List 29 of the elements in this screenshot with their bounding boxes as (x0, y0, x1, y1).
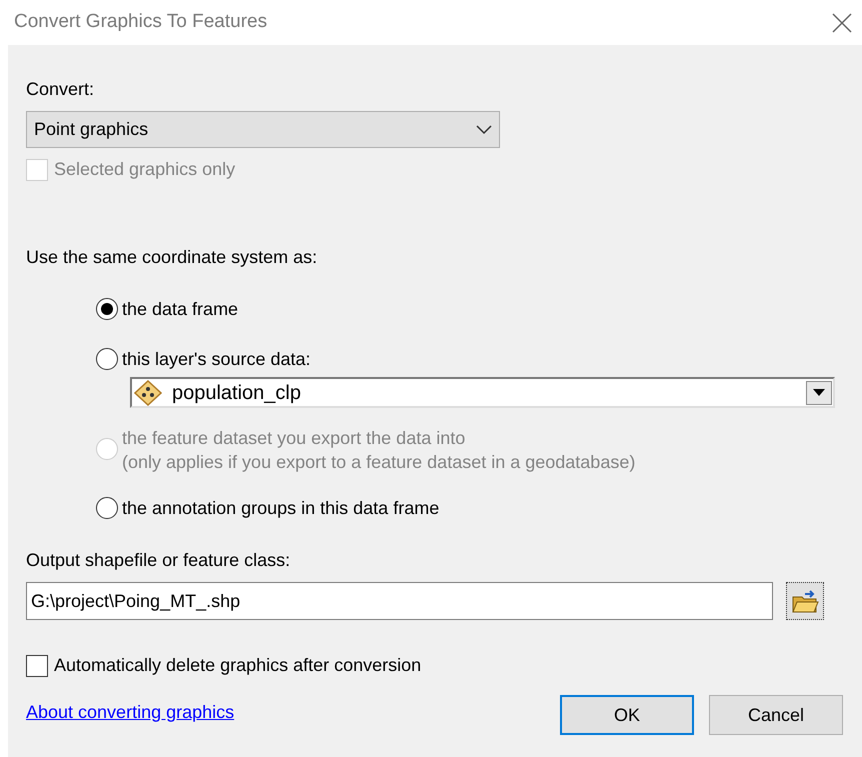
dialog-button[interactable]: OK (560, 695, 694, 735)
convert-dropdown[interactable]: Point graphics (26, 111, 500, 148)
chevron-down-icon (476, 124, 492, 134)
window-title: Convert Graphics To Features (14, 10, 268, 34)
radio-button[interactable] (96, 298, 118, 320)
section-label: Use the same coordinate system as: (26, 246, 318, 269)
close-icon[interactable] (830, 10, 854, 34)
radio-button[interactable] (96, 348, 118, 370)
output-path-field[interactable]: G:\project\Poing_MT_.shp (26, 582, 773, 620)
caret-down-icon (813, 389, 825, 396)
checkbox[interactable] (26, 654, 48, 676)
checkbox-label: Automatically delete graphics after conversion (54, 654, 422, 677)
folder-icon (791, 588, 819, 614)
checkbox-label: Selected graphics only (54, 158, 236, 181)
point-layer-icon (134, 380, 162, 406)
radio-label: this layer's source data: (122, 348, 311, 371)
dropdown-value: Point graphics (34, 118, 148, 141)
radio-label: the data frame (122, 298, 238, 321)
help-link[interactable]: About converting graphics (26, 698, 234, 726)
radio-button[interactable] (96, 497, 118, 519)
dropdown-arrow-button[interactable] (806, 380, 832, 404)
field-label: Output shapefile or feature class: (26, 549, 292, 572)
dialog-button[interactable]: Cancel (709, 695, 843, 735)
dropdown-value: population_clp (172, 380, 301, 406)
field-label: Convert: (26, 78, 96, 101)
browse-button[interactable] (786, 582, 824, 620)
layer-dropdown[interactable]: population_clp (130, 377, 835, 408)
radio-label: the annotation groups in this data frame (122, 497, 440, 520)
radio-label: the feature dataset you export the data into (only applies if you export to a feature dataset in a geodatabase) (122, 427, 636, 474)
